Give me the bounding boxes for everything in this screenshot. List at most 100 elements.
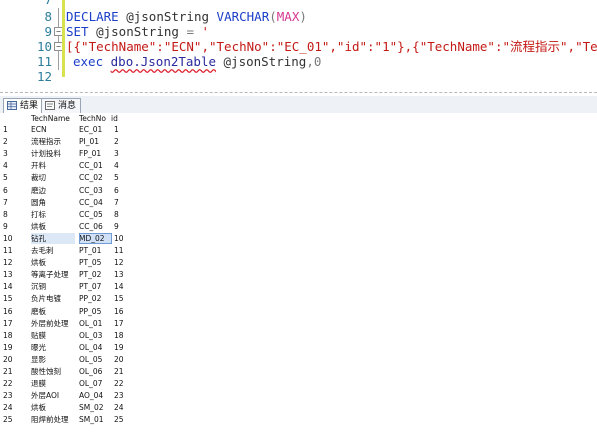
- techno-cell[interactable]: PP_05: [79, 306, 112, 317]
- row-number-cell[interactable]: 15: [3, 293, 23, 304]
- table-row[interactable]: 7 圆角 CC_04 7: [0, 197, 130, 208]
- id-cell[interactable]: 15: [114, 293, 128, 304]
- techname-cell[interactable]: 开料: [31, 160, 75, 171]
- techname-cell[interactable]: 磨边: [31, 185, 75, 196]
- techname-cell[interactable]: ECN: [31, 124, 75, 135]
- techno-cell[interactable]: PT_02: [79, 269, 112, 280]
- techno-cell[interactable]: OL_01: [79, 318, 112, 329]
- table-row[interactable]: 19 曝光 OL_04 19: [0, 342, 130, 353]
- techname-cell[interactable]: 烘板: [31, 221, 75, 232]
- id-cell[interactable]: 20: [114, 354, 128, 365]
- table-row[interactable]: 23 外层AOI AO_04 23: [0, 390, 130, 401]
- id-cell[interactable]: 7: [114, 197, 128, 208]
- techno-cell[interactable]: EC_01: [79, 124, 112, 135]
- techname-cell[interactable]: 流程指示: [31, 136, 75, 147]
- id-cell[interactable]: 24: [114, 402, 128, 413]
- techname-cell[interactable]: 磨板: [31, 306, 75, 317]
- table-row[interactable]: 10 钻孔 MD_02 10: [0, 232, 130, 244]
- table-row[interactable]: 12 烘板 PT_05 12: [0, 257, 130, 268]
- id-cell[interactable]: 17: [114, 318, 128, 329]
- techno-cell[interactable]: OL_03: [79, 330, 112, 341]
- id-cell[interactable]: 21: [114, 366, 128, 377]
- table-row[interactable]: 1 ECN EC_01 1: [0, 124, 130, 135]
- techno-cell[interactable]: CC_02: [79, 172, 112, 183]
- techname-cell[interactable]: 阻焊前处理: [31, 414, 75, 425]
- row-number-cell[interactable]: 21: [3, 366, 23, 377]
- row-number-cell[interactable]: 20: [3, 354, 23, 365]
- row-number-cell[interactable]: 14: [3, 281, 23, 292]
- techname-cell[interactable]: 烘板: [31, 402, 75, 413]
- techno-cell[interactable]: PI_01: [79, 136, 112, 147]
- techno-cell[interactable]: CC_01: [79, 160, 112, 171]
- column-header-techno[interactable]: TechNo: [79, 113, 106, 124]
- id-cell[interactable]: 16: [114, 306, 128, 317]
- query-editor[interactable]: 7 8 9 10 11 12 − − DECLARE @jsonString V…: [0, 0, 597, 84]
- column-header-id[interactable]: id: [111, 113, 118, 124]
- table-row[interactable]: 18 贴膜 OL_03 18: [0, 330, 130, 341]
- id-cell[interactable]: 22: [114, 378, 128, 389]
- techname-cell[interactable]: 计划投料: [31, 148, 75, 159]
- techname-cell[interactable]: 显影: [31, 354, 75, 365]
- table-row[interactable]: 13 等离子处理 PT_02 13: [0, 269, 130, 280]
- table-row[interactable]: 9 烘板 CC_06 9: [0, 221, 130, 232]
- id-cell[interactable]: 23: [114, 390, 128, 401]
- techno-cell[interactable]: CC_04: [79, 197, 112, 208]
- id-cell[interactable]: 14: [114, 281, 128, 292]
- id-cell[interactable]: 2: [114, 136, 128, 147]
- techname-cell[interactable]: 曝光: [31, 342, 75, 353]
- id-cell[interactable]: 6: [114, 185, 128, 196]
- row-number-cell[interactable]: 23: [3, 390, 23, 401]
- id-cell[interactable]: 12: [114, 257, 128, 268]
- row-number-cell[interactable]: 5: [3, 172, 23, 183]
- table-row[interactable]: 14 沉铜 PT_07 14: [0, 281, 130, 292]
- techno-cell[interactable]: PT_05: [79, 257, 112, 268]
- row-number-cell[interactable]: 3: [3, 148, 23, 159]
- table-row[interactable]: 20 显影 OL_05 20: [0, 354, 130, 365]
- techno-cell[interactable]: MD_02: [79, 232, 112, 244]
- id-cell[interactable]: 8: [114, 209, 128, 220]
- techname-cell[interactable]: 去毛刺: [31, 245, 75, 256]
- id-cell[interactable]: 9: [114, 221, 128, 232]
- techname-cell[interactable]: 贴膜: [31, 330, 75, 341]
- row-number-cell[interactable]: 1: [3, 124, 23, 135]
- row-number-cell[interactable]: 25: [3, 414, 23, 425]
- id-cell[interactable]: 1: [114, 124, 128, 135]
- techno-cell[interactable]: SM_01: [79, 414, 112, 425]
- row-number-cell[interactable]: 18: [3, 330, 23, 341]
- techname-cell[interactable]: 退膜: [31, 378, 75, 389]
- table-row[interactable]: 4 开料 CC_01 4: [0, 160, 130, 171]
- table-row[interactable]: 15 负片电镀 PP_02 15: [0, 293, 130, 304]
- techname-cell[interactable]: 酸性蚀刻: [31, 366, 75, 377]
- id-cell[interactable]: 3: [114, 148, 128, 159]
- results-grid[interactable]: TechName TechNo id 1 ECN EC_01 1 2 流程指示 PI_01 2…: [0, 113, 597, 432]
- techno-cell[interactable]: OL_05: [79, 354, 112, 365]
- table-row[interactable]: 3 计划投料 FP_01 3: [0, 148, 130, 159]
- id-cell[interactable]: 25: [114, 414, 128, 425]
- techno-cell[interactable]: CC_06: [79, 221, 112, 232]
- id-cell[interactable]: 11: [114, 245, 128, 256]
- table-row[interactable]: 2 流程指示 PI_01 2: [0, 136, 130, 147]
- techno-cell[interactable]: SM_02: [79, 402, 112, 413]
- id-cell[interactable]: 5: [114, 172, 128, 183]
- id-cell[interactable]: 18: [114, 330, 128, 341]
- row-number-cell[interactable]: 8: [3, 209, 23, 220]
- table-row[interactable]: 16 磨板 PP_05 16: [0, 306, 130, 317]
- techname-cell[interactable]: 等离子处理: [31, 269, 75, 280]
- row-number-cell[interactable]: 9: [3, 221, 23, 232]
- techno-cell[interactable]: CC_05: [79, 209, 112, 220]
- id-cell[interactable]: 4: [114, 160, 128, 171]
- editor-splitter[interactable]: [0, 92, 597, 93]
- table-row[interactable]: 22 退膜 OL_07 22: [0, 378, 130, 389]
- row-number-cell[interactable]: 7: [3, 197, 23, 208]
- tab-results[interactable]: 结果: [3, 98, 44, 113]
- techno-cell[interactable]: OL_06: [79, 366, 112, 377]
- techname-cell[interactable]: 沉铜: [31, 281, 75, 292]
- table-row[interactable]: 25 阻焊前处理 SM_01 25: [0, 414, 130, 425]
- row-number-cell[interactable]: 16: [3, 306, 23, 317]
- row-number-cell[interactable]: 10: [3, 233, 23, 244]
- techno-cell[interactable]: PT_07: [79, 281, 112, 292]
- row-number-cell[interactable]: 17: [3, 318, 23, 329]
- techname-cell[interactable]: 圆角: [31, 197, 75, 208]
- table-row[interactable]: 21 酸性蚀刻 OL_06 21: [0, 366, 130, 377]
- column-header-techname[interactable]: TechName: [31, 113, 70, 124]
